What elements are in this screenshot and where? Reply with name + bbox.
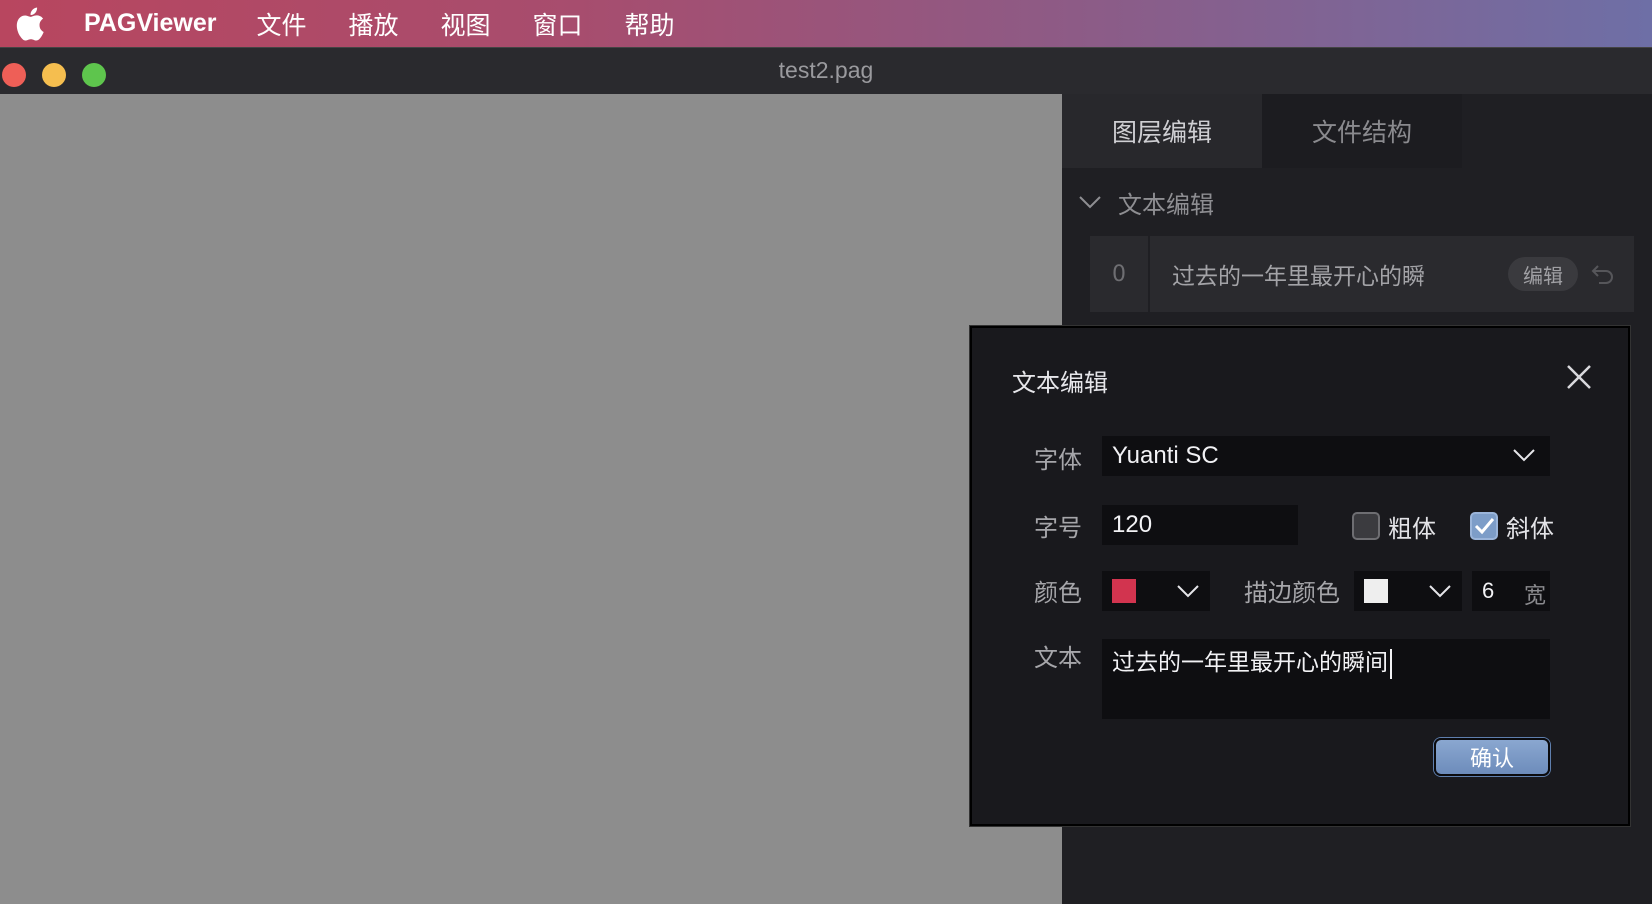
close-icon[interactable] [1564,362,1594,392]
stroke-color-swatch [1364,579,1388,603]
italic-label: 斜体 [1506,515,1554,543]
menu-app-name[interactable]: PAGViewer [84,9,216,38]
italic-checkbox[interactable] [1470,512,1498,540]
text-color-select[interactable] [1102,571,1210,611]
stroke-width-unit: 宽 [1523,583,1546,608]
chevron-down-icon [1177,585,1199,598]
text-layer-row[interactable]: 0 过去的一年里最开心的瞬 编辑 [1090,236,1634,312]
chevron-down-icon [1513,449,1535,462]
menu-play[interactable]: 播放 [349,6,399,42]
font-value: Yuanti SC [1112,442,1219,469]
panel-tabs: 图层编辑 文件结构 [1062,94,1652,168]
chevron-down-icon [1429,585,1451,598]
stroke-color-select[interactable] [1354,571,1462,611]
apple-icon[interactable] [0,0,60,47]
bold-label: 粗体 [1388,515,1436,543]
chevron-down-icon [1079,196,1101,209]
text-edit-dialog: 文本编辑 字体 Yuanti SC 字号 120 粗体 斜体 颜色 描边颜色 6… [970,326,1630,826]
window-titlebar: test2.pag [0,47,1652,94]
checkmark-icon [1474,518,1495,535]
edit-text-button[interactable]: 编辑 [1508,257,1578,291]
window-title: test2.pag [778,57,874,83]
menu-view[interactable]: 视图 [441,6,491,42]
text-layer-index: 0 [1090,236,1150,312]
confirm-button[interactable]: 确认 [1434,738,1550,776]
text-caret [1390,648,1392,679]
font-select[interactable]: Yuanti SC [1102,436,1550,476]
stroke-color-label: 描边颜色 [1244,579,1340,607]
text-color-swatch [1112,579,1136,603]
section-title: 文本编辑 [1118,190,1214,219]
font-size-input[interactable]: 120 [1102,505,1298,545]
menu-help[interactable]: 帮助 [625,6,675,42]
stroke-width-input[interactable]: 6 宽 [1472,571,1550,611]
menu-bar: PAGViewer 文件 播放 视图 窗口 帮助 [0,0,1652,47]
text-layer-content: 过去的一年里最开心的瞬 [1172,264,1425,290]
menu-file[interactable]: 文件 [256,6,306,42]
tab-file-structure[interactable]: 文件结构 [1262,94,1462,168]
undo-icon[interactable] [1588,259,1618,289]
bold-checkbox[interactable] [1352,512,1380,540]
font-label: 字体 [1034,446,1082,474]
dialog-title: 文本编辑 [1012,369,1108,397]
text-label: 文本 [1034,644,1082,672]
size-label: 字号 [1034,514,1082,542]
preview-canvas[interactable] [0,94,1062,904]
tab-layer-edit[interactable]: 图层编辑 [1062,94,1262,168]
stroke-width-value: 6 [1482,578,1495,603]
section-text-edit-header[interactable]: 文本编辑 [1062,168,1652,236]
menu-window[interactable]: 窗口 [533,6,583,42]
text-content-value: 过去的一年里最开心的瞬间 [1112,650,1388,676]
color-label: 颜色 [1034,579,1082,607]
text-content-input[interactable]: 过去的一年里最开心的瞬间 [1102,639,1550,719]
